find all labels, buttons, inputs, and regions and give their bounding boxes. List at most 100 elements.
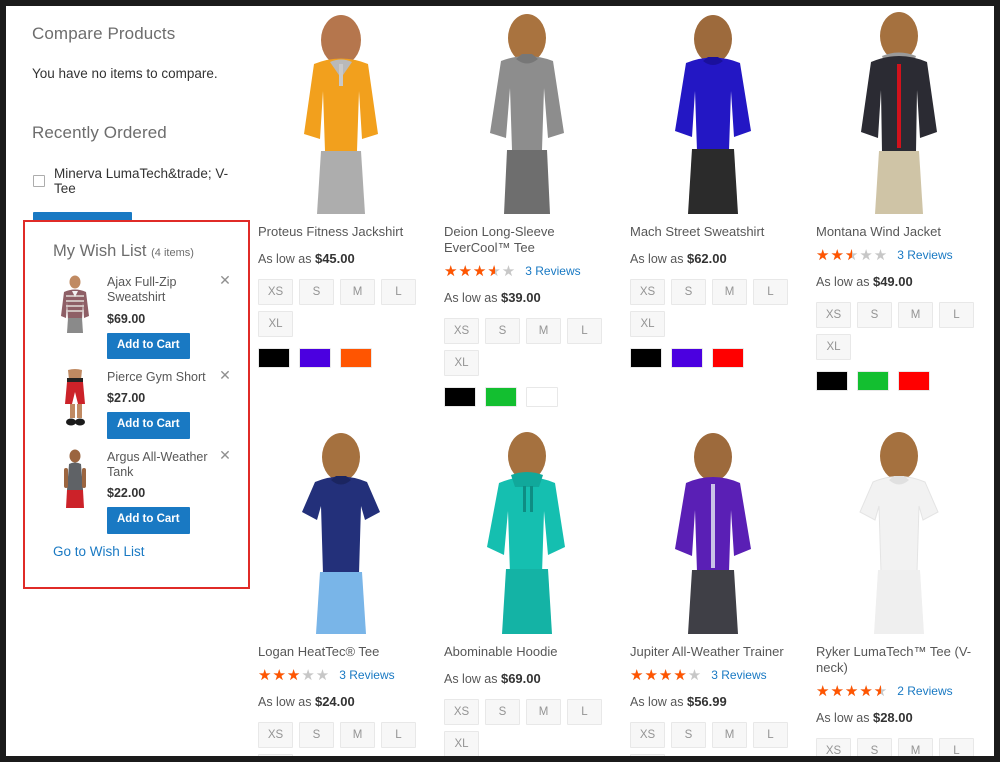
product-name[interactable]: Jupiter All-Weather Trainer (630, 644, 796, 660)
size-swatch[interactable]: XS (816, 301, 851, 328)
color-swatch-black[interactable] (444, 386, 476, 407)
close-icon[interactable]: ✕ (218, 273, 232, 287)
wishlist-item-add-to-cart-button[interactable]: Add to Cart (107, 412, 190, 439)
size-swatch[interactable]: S (857, 301, 892, 328)
product-name[interactable]: Logan HeatTec® Tee (258, 644, 424, 660)
size-swatch[interactable]: S (299, 278, 334, 305)
size-swatch[interactable]: XL (258, 753, 293, 756)
size-swatch[interactable]: M (526, 698, 561, 725)
color-swatch-blue[interactable] (671, 347, 703, 368)
product-card[interactable]: Ryker LumaTech™ Tee (V-neck) ★★★★★★★★★★ 2 … (806, 426, 992, 756)
product-name[interactable]: Mach Street Sweatshirt (630, 224, 796, 240)
reviews-link[interactable]: 3 Reviews (525, 264, 580, 278)
go-to-wishlist-link[interactable]: Go to Wish List (53, 544, 145, 559)
list-item[interactable]: Pierce Gym Short $27.00 Add to Cart ✕ (39, 368, 234, 439)
wishlist-item-add-to-cart-button[interactable]: Add to Cart (107, 507, 190, 534)
color-swatch-black[interactable] (630, 347, 662, 368)
color-swatch-red[interactable] (898, 370, 930, 391)
size-swatch[interactable]: XS (258, 278, 293, 305)
product-card[interactable]: Mach Street Sweatshirt As low as $62.00 XS… (620, 6, 806, 426)
color-swatch-red[interactable] (712, 347, 744, 368)
wishlist-item-thumbnail[interactable] (53, 273, 97, 335)
size-swatch[interactable]: XS (630, 278, 665, 305)
size-swatch[interactable]: M (526, 317, 561, 344)
product-name[interactable]: Deion Long-Sleeve EverCool™ Tee (444, 224, 610, 256)
size-swatch[interactable]: M (712, 721, 747, 748)
size-swatch[interactable]: L (753, 721, 788, 748)
wishlist-item-add-to-cart-button[interactable]: Add to Cart (107, 332, 190, 359)
close-icon[interactable]: ✕ (218, 368, 232, 382)
product-card[interactable]: Proteus Fitness Jackshirt As low as $45.0… (248, 6, 434, 426)
color-swatch-black[interactable] (258, 347, 290, 368)
wishlist-item-name[interactable]: Ajax Full-Zip Sweatshirt (107, 275, 211, 306)
color-swatch-green[interactable] (485, 386, 517, 407)
product-image[interactable] (258, 6, 424, 214)
size-swatch[interactable]: XL (444, 730, 479, 756)
size-swatch[interactable]: L (567, 698, 602, 725)
size-swatch[interactable]: L (753, 278, 788, 305)
close-icon[interactable]: ✕ (218, 448, 232, 462)
color-swatch-white[interactable] (526, 386, 558, 407)
size-swatch[interactable]: XL (816, 333, 851, 360)
color-swatch-blue[interactable] (299, 347, 331, 368)
checkbox-icon[interactable] (33, 175, 45, 187)
color-swatch-orange[interactable] (340, 347, 372, 368)
size-swatch[interactable]: S (671, 278, 706, 305)
size-swatch[interactable]: XS (630, 721, 665, 748)
product-name[interactable]: Proteus Fitness Jackshirt (258, 224, 424, 240)
list-item[interactable]: Argus All-Weather Tank $22.00 Add to Car… (39, 447, 234, 534)
size-swatch[interactable]: L (939, 737, 974, 756)
reviews-link[interactable]: 3 Reviews (711, 668, 766, 682)
size-swatch[interactable]: XL (444, 349, 479, 376)
product-card[interactable]: Abominable Hoodie As low as $69.00 XS S M L XL (434, 426, 620, 756)
wishlist-item-name[interactable]: Pierce Gym Short (107, 370, 211, 385)
size-swatch[interactable]: L (381, 278, 416, 305)
product-image[interactable] (630, 6, 796, 214)
size-swatch[interactable]: S (299, 721, 334, 748)
product-image[interactable] (444, 6, 610, 214)
list-item[interactable]: Ajax Full-Zip Sweatshirt $69.00 Add to C… (39, 273, 234, 359)
wishlist-item-name[interactable]: Argus All-Weather Tank (107, 450, 211, 481)
size-swatch[interactable]: XL (630, 753, 665, 756)
size-swatch[interactable]: XS (444, 698, 479, 725)
product-card[interactable]: Jupiter All-Weather Trainer ★★★★★★★★★★ 3 R… (620, 426, 806, 756)
size-swatch[interactable]: S (485, 317, 520, 344)
color-swatch-black[interactable] (816, 370, 848, 391)
size-swatch[interactable]: L (567, 317, 602, 344)
product-card[interactable]: Montana Wind Jacket ★★★★★★★★★★ 3 Reviews As… (806, 6, 992, 426)
size-swatch[interactable]: M (898, 301, 933, 328)
product-name[interactable]: Montana Wind Jacket (816, 224, 982, 240)
size-swatch[interactable]: S (857, 737, 892, 756)
product-name[interactable]: Ryker LumaTech™ Tee (V-neck) (816, 644, 982, 676)
wishlist-item-thumbnail[interactable] (53, 447, 97, 510)
reviews-link[interactable]: 3 Reviews (339, 668, 394, 682)
product-image[interactable] (258, 426, 424, 634)
size-swatch[interactable]: M (898, 737, 933, 756)
product-price-value: $39.00 (500, 289, 541, 305)
product-image[interactable] (816, 426, 982, 634)
size-swatch[interactable]: XS (258, 721, 293, 748)
size-swatch[interactable]: XL (630, 310, 665, 337)
reviews-link[interactable]: 3 Reviews (897, 248, 952, 262)
color-swatch-green[interactable] (857, 370, 889, 391)
size-swatch[interactable]: L (939, 301, 974, 328)
size-swatch[interactable]: XS (816, 737, 851, 756)
size-swatch[interactable]: M (712, 278, 747, 305)
browser-viewport: Compare Products You have no items to co… (6, 6, 994, 756)
product-card[interactable]: Deion Long-Sleeve EverCool™ Tee ★★★★★★★★★… (434, 6, 620, 426)
product-image[interactable] (444, 426, 610, 634)
product-name[interactable]: Abominable Hoodie (444, 644, 610, 660)
reviews-link[interactable]: 2 Reviews (897, 684, 952, 698)
product-image[interactable] (630, 426, 796, 634)
size-swatch[interactable]: S (485, 698, 520, 725)
recently-ordered-item[interactable]: Minerva LumaTech&trade; V-Tee (6, 166, 248, 196)
size-swatch[interactable]: XS (444, 317, 479, 344)
size-swatch[interactable]: S (671, 721, 706, 748)
size-swatch[interactable]: L (381, 721, 416, 748)
wishlist-item-thumbnail[interactable] (53, 368, 97, 430)
product-image[interactable] (816, 6, 982, 214)
size-swatch[interactable]: XL (258, 310, 293, 337)
size-swatch[interactable]: M (340, 278, 375, 305)
product-card[interactable]: Logan HeatTec® Tee ★★★★★★★★★★ 3 Reviews As … (248, 426, 434, 756)
size-swatch[interactable]: M (340, 721, 375, 748)
